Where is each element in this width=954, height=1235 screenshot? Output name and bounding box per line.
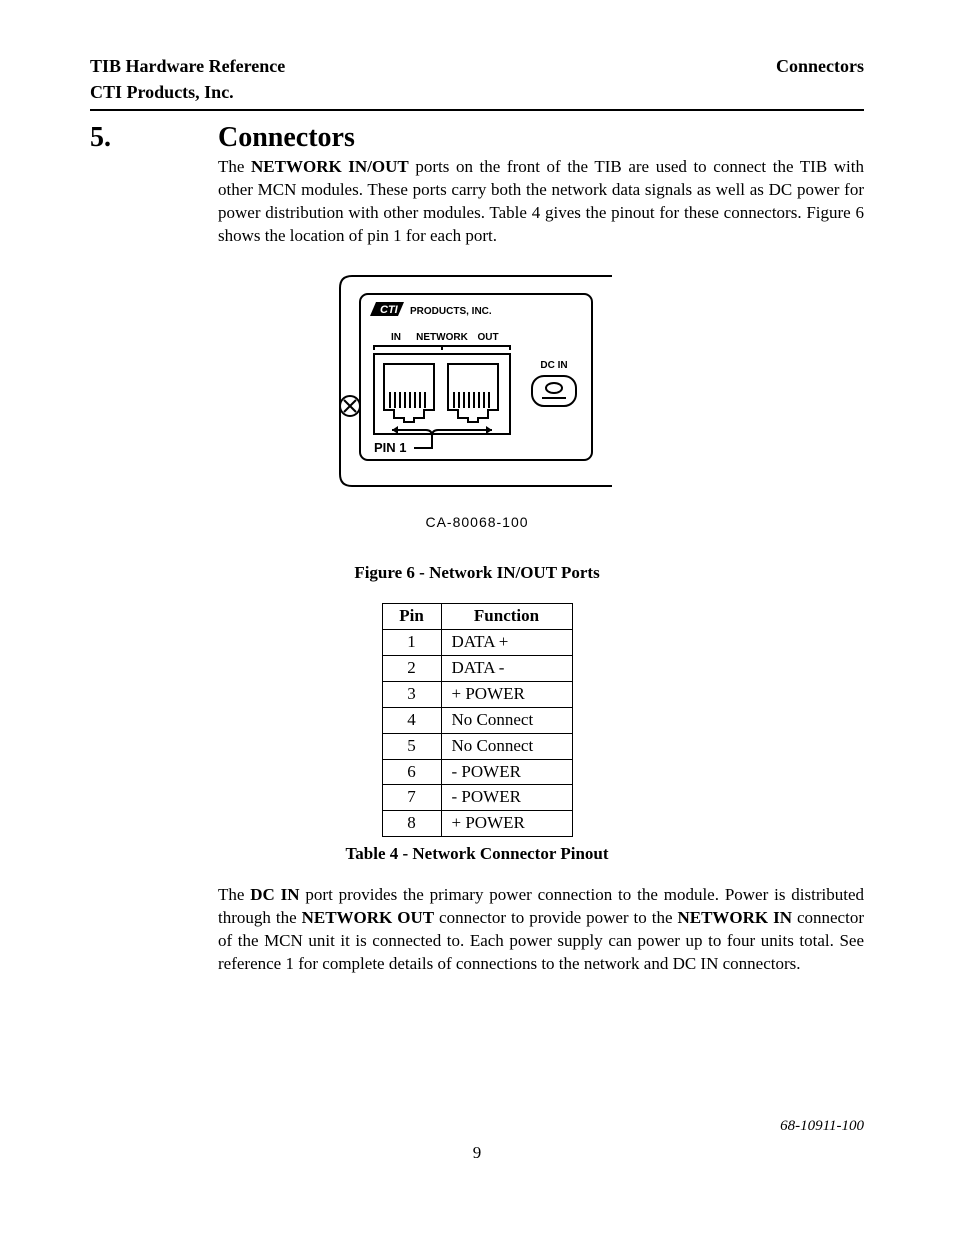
rj-port-out-icon xyxy=(448,364,498,422)
diagram-in-label: IN xyxy=(391,332,401,343)
table-caption: Table 4 - Network Connector Pinout xyxy=(90,843,864,866)
document-id: 68-10911-100 xyxy=(90,1116,864,1136)
pinout-table: Pin Function 1DATA + 2DATA - 3+ POWER 4N… xyxy=(382,603,573,837)
svg-text:CTI: CTI xyxy=(380,304,399,316)
header-right: Connectors xyxy=(776,54,864,78)
section-heading: 5. Connectors xyxy=(90,119,864,157)
diagram-out-label: OUT xyxy=(477,332,498,343)
dc-in-jack-icon xyxy=(532,376,576,406)
diagram-dcin-label: DC IN xyxy=(540,360,567,371)
screw-head-icon xyxy=(340,396,360,416)
section-title: Connectors xyxy=(218,119,355,157)
figure-caption: Figure 6 - Network IN/OUT Ports xyxy=(90,562,864,585)
header-rule xyxy=(90,109,864,111)
rj-port-in-icon xyxy=(384,364,434,422)
paragraph-2: The DC IN port provides the primary powe… xyxy=(218,884,864,976)
page-footer: 68-10911-100 9 xyxy=(90,1116,864,1165)
header-left-2: CTI Products, Inc. xyxy=(90,80,234,104)
connector-diagram-icon: CTI PRODUCTS, INC. IN NETWORK OUT xyxy=(332,266,622,496)
diagram-network-label: NETWORK xyxy=(416,332,468,343)
table-row: 6- POWER xyxy=(382,759,572,785)
table-row: 1DATA + xyxy=(382,629,572,655)
table-row: 2DATA - xyxy=(382,655,572,681)
diagram-products-label: PRODUCTS, INC. xyxy=(410,306,492,317)
table-row: 5No Connect xyxy=(382,733,572,759)
section-number: 5. xyxy=(90,119,218,157)
diagram-reference-number: CA-80068-100 xyxy=(90,513,864,532)
figure-6: CTI PRODUCTS, INC. IN NETWORK OUT xyxy=(90,266,864,532)
header-left-1: TIB Hardware Reference xyxy=(90,54,285,78)
table-row: 3+ POWER xyxy=(382,681,572,707)
table-row: 7- POWER xyxy=(382,785,572,811)
page-header: TIB Hardware Reference Connectors xyxy=(90,54,864,78)
table-row: 8+ POWER xyxy=(382,811,572,837)
page-header-row2: CTI Products, Inc. xyxy=(90,80,864,104)
table-header-row: Pin Function xyxy=(382,603,572,629)
table-header-function: Function xyxy=(441,603,572,629)
table-row: 4No Connect xyxy=(382,707,572,733)
table-header-pin: Pin xyxy=(382,603,441,629)
page-number: 9 xyxy=(90,1142,864,1165)
diagram-pin1-label: PIN 1 xyxy=(374,440,407,455)
paragraph-1: The NETWORK IN/OUT ports on the front of… xyxy=(218,156,864,248)
